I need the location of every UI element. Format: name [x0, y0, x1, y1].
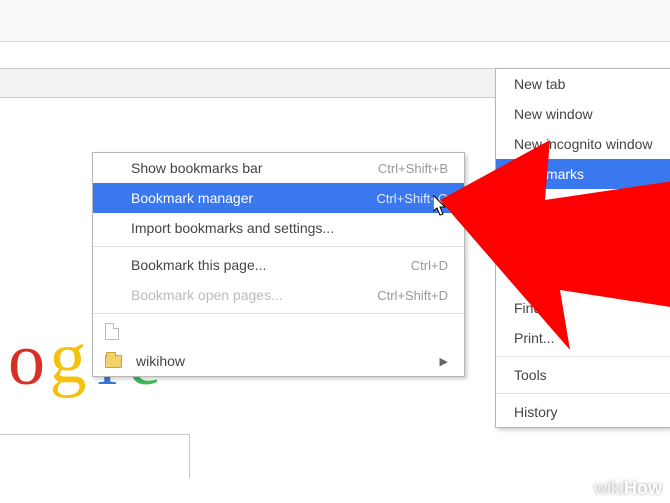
- menu-item-label: Bookmark this page...: [131, 257, 266, 273]
- folder-label: wikihow: [136, 353, 185, 369]
- menu-item-label: Print...: [514, 330, 554, 346]
- menu-separator: [496, 356, 670, 357]
- new-window-item[interactable]: New window: [496, 99, 670, 129]
- menu-item-label: Relaunch Chrome in Wi: [514, 233, 662, 249]
- menu-separator: [496, 393, 670, 394]
- new-tab-item[interactable]: New tab: [496, 69, 670, 99]
- bookmark-file-item[interactable]: [93, 317, 464, 346]
- menu-item-shortcut: Ctrl+D: [411, 258, 448, 273]
- bookmark-folder-item[interactable]: wikihow ▶: [93, 346, 464, 376]
- menu-item-label: Recent Tabs: [514, 196, 592, 212]
- watermark-suffix: How: [624, 478, 662, 498]
- bookmark-this-page-item[interactable]: Bookmark this page... Ctrl+D: [93, 250, 464, 280]
- bookmarks-item[interactable]: Bookmarks: [496, 159, 670, 189]
- google-search-input[interactable]: [0, 434, 190, 478]
- menu-item-shortcut: Ctrl+Shift+O: [376, 191, 448, 206]
- logo-letter: g: [50, 316, 83, 401]
- menu-item-label: Show bookmarks bar: [131, 160, 263, 176]
- bookmarks-submenu: Show bookmarks bar Ctrl+Shift+B Bookmark…: [92, 152, 465, 377]
- menu-item-shortcut: Ctrl+Shift+D: [377, 288, 448, 303]
- relaunch-chrome-item[interactable]: Relaunch Chrome in Wi: [496, 226, 670, 256]
- menu-separator: [93, 246, 464, 247]
- watermark-prefix: wiki: [594, 478, 624, 498]
- menu-item-label: New window: [514, 106, 593, 122]
- menu-separator: [496, 259, 670, 260]
- menu-item-label: New incognito window: [514, 136, 653, 152]
- menu-item-label: History: [514, 404, 558, 420]
- folder-icon: [105, 355, 122, 368]
- save-page-item[interactable]: Save page as...: [496, 263, 670, 293]
- file-icon: [105, 323, 119, 340]
- menu-item-label: Import bookmarks and settings...: [131, 220, 334, 236]
- menu-separator: [496, 222, 670, 223]
- menu-item-label: Bookmarks: [514, 166, 584, 182]
- browser-toolbar: [0, 0, 670, 42]
- bookmark-open-pages-item: Bookmark open pages... Ctrl+Shift+D: [93, 280, 464, 310]
- new-incognito-window-item[interactable]: New incognito window: [496, 129, 670, 159]
- menu-item-label: New tab: [514, 76, 565, 92]
- bookmark-manager-item[interactable]: Bookmark manager Ctrl+Shift+O: [93, 183, 464, 213]
- menu-item-shortcut: Ctrl+Shift+B: [378, 161, 448, 176]
- menu-item-label: Bookmark open pages...: [131, 287, 283, 303]
- tools-item[interactable]: Tools: [496, 360, 670, 390]
- logo-letter: o: [8, 318, 41, 403]
- find-item[interactable]: Find...: [496, 293, 670, 323]
- recent-tabs-item[interactable]: Recent Tabs: [496, 189, 670, 219]
- menu-separator: [93, 313, 464, 314]
- history-item[interactable]: History: [496, 397, 670, 427]
- menu-item-label: Save page as...: [514, 270, 611, 286]
- import-bookmarks-item[interactable]: Import bookmarks and settings...: [93, 213, 464, 243]
- print-item[interactable]: Print...: [496, 323, 670, 353]
- chrome-main-menu: New tab New window New incognito window …: [495, 68, 670, 428]
- menu-item-label: Bookmark manager: [131, 190, 253, 206]
- show-bookmarks-bar-item[interactable]: Show bookmarks bar Ctrl+Shift+B: [93, 153, 464, 183]
- menu-item-label: Find...: [514, 300, 553, 316]
- wikihow-watermark: wikiHow: [594, 478, 662, 499]
- chevron-right-icon: ▶: [440, 355, 448, 368]
- menu-item-label: Tools: [514, 367, 547, 383]
